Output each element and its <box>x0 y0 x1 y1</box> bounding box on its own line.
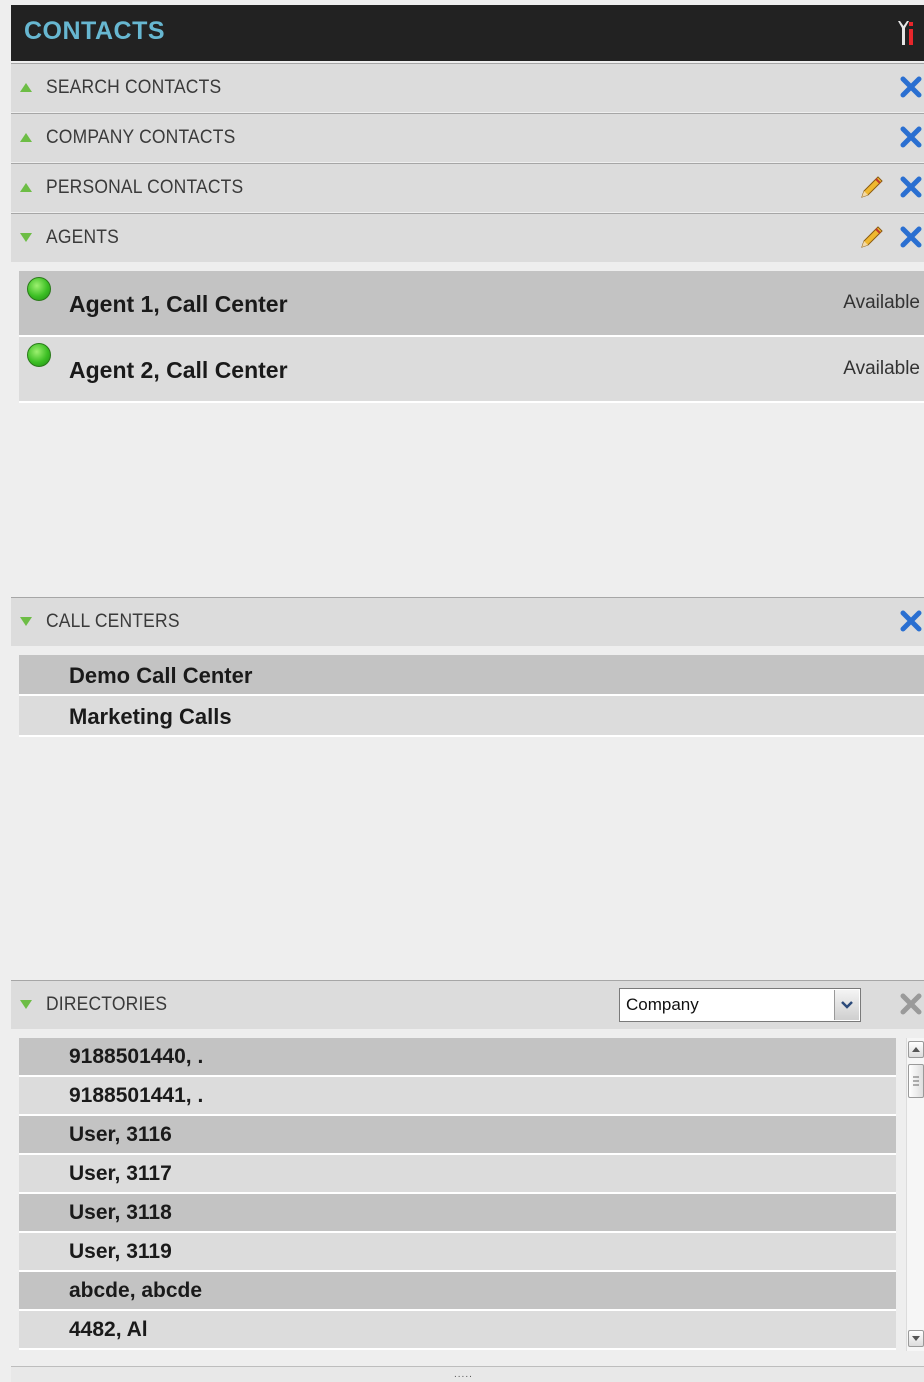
chevron-down-icon[interactable] <box>834 990 859 1020</box>
section-label: DIRECTORIES <box>46 994 168 1015</box>
close-icon[interactable] <box>900 610 922 632</box>
scroll-thumb[interactable] <box>908 1064 924 1098</box>
expand-arrow-icon[interactable] <box>20 183 32 192</box>
agent-row[interactable]: Agent 2, Call Center Available <box>19 337 924 403</box>
directory-scrollbar[interactable] <box>906 1038 924 1351</box>
tools-icon[interactable] <box>896 19 916 47</box>
directory-row[interactable]: 9188501440, . <box>19 1038 896 1077</box>
section-label: PERSONAL CONTACTS <box>46 177 244 198</box>
directory-row[interactable]: User, 3116 <box>19 1116 896 1155</box>
collapse-arrow-icon[interactable] <box>20 617 32 626</box>
section-directories[interactable]: DIRECTORIES Company <box>11 980 924 1029</box>
collapse-arrow-icon[interactable] <box>20 233 32 242</box>
edit-pencil-icon[interactable] <box>858 223 886 251</box>
section-label: SEARCH CONTACTS <box>46 77 222 98</box>
section-label: COMPANY CONTACTS <box>46 127 236 148</box>
collapse-arrow-icon[interactable] <box>20 1000 32 1009</box>
section-label: CALL CENTERS <box>46 611 180 632</box>
section-agents[interactable]: AGENTS <box>11 213 924 262</box>
agent-row[interactable]: Agent 1, Call Center Available <box>19 271 924 337</box>
grip-dots: ..... <box>454 1369 473 1380</box>
available-status-icon <box>27 277 51 301</box>
directory-entry-name: 4482, Al <box>69 1318 148 1341</box>
scroll-down-button[interactable] <box>908 1330 924 1347</box>
close-icon[interactable] <box>900 226 922 248</box>
section-call-centers[interactable]: CALL CENTERS <box>11 597 924 646</box>
directory-entry-name: User, 3117 <box>69 1162 172 1185</box>
directory-row[interactable]: 9188501441, . <box>19 1077 896 1116</box>
call-center-name: Marketing Calls <box>69 704 232 729</box>
agent-name: Agent 1, Call Center <box>69 291 288 317</box>
directory-entry-name: abcde, abcde <box>69 1279 203 1302</box>
agent-name: Agent 2, Call Center <box>69 357 288 383</box>
close-icon[interactable] <box>900 126 922 148</box>
directories-list: 9188501440, . 9188501441, . User, 3116 U… <box>11 1029 924 1366</box>
section-search-contacts[interactable]: SEARCH CONTACTS <box>11 63 924 112</box>
agent-status: Available <box>843 358 920 379</box>
directory-row[interactable]: 4482, Al <box>19 1311 896 1350</box>
agent-status: Available <box>843 292 920 313</box>
contacts-title-bar: CONTACTS <box>11 5 924 61</box>
scroll-up-button[interactable] <box>908 1041 924 1058</box>
section-company-contacts[interactable]: COMPANY CONTACTS <box>11 113 924 162</box>
agents-list: Agent 1, Call Center Available Agent 2, … <box>11 262 924 596</box>
directory-entry-name: User, 3118 <box>69 1201 172 1224</box>
section-label: AGENTS <box>46 227 119 248</box>
directory-row[interactable]: User, 3119 <box>19 1233 896 1272</box>
expand-arrow-icon[interactable] <box>20 133 32 142</box>
directory-type-value: Company <box>626 995 699 1014</box>
call-centers-list: Demo Call Center Marketing Calls <box>11 646 924 980</box>
call-center-row[interactable]: Marketing Calls <box>19 696 924 737</box>
available-status-icon <box>27 343 51 367</box>
directory-entry-name: 9188501441, . <box>69 1084 204 1107</box>
directory-entry-name: User, 3119 <box>69 1240 172 1263</box>
directory-row[interactable]: User, 3117 <box>19 1155 896 1194</box>
directory-entry-name: User, 3116 <box>69 1123 172 1146</box>
directory-row[interactable]: abcde, abcde <box>19 1272 896 1311</box>
expand-arrow-icon[interactable] <box>20 83 32 92</box>
edit-pencil-icon[interactable] <box>858 173 886 201</box>
call-center-row[interactable]: Demo Call Center <box>19 655 924 696</box>
panel-title: CONTACTS <box>24 17 166 45</box>
section-personal-contacts[interactable]: PERSONAL CONTACTS <box>11 163 924 212</box>
close-icon[interactable] <box>900 76 922 98</box>
close-icon[interactable] <box>900 176 922 198</box>
directory-type-select[interactable]: Company <box>619 988 861 1022</box>
call-center-name: Demo Call Center <box>69 663 253 688</box>
close-icon-disabled[interactable] <box>900 993 922 1015</box>
resize-grip[interactable]: ..... <box>11 1366 924 1382</box>
directory-row[interactable]: User, 3118 <box>19 1194 896 1233</box>
directory-entry-name: 9188501440, . <box>69 1045 204 1068</box>
